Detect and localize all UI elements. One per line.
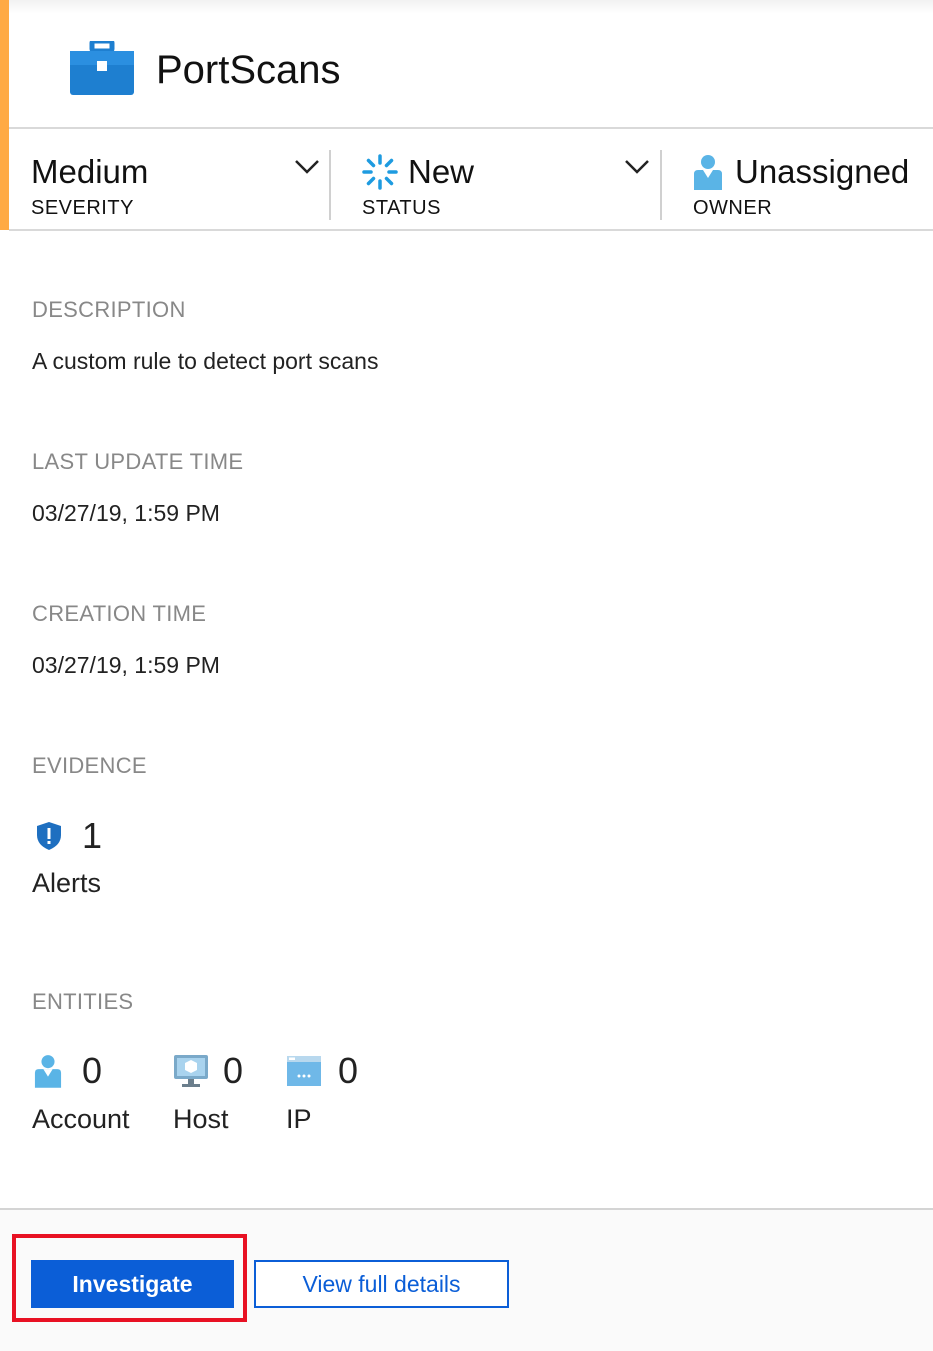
last-update-value: 03/27/19, 1:59 PM — [32, 500, 220, 526]
owner-label: OWNER — [693, 197, 773, 219]
account-entity[interactable]: 0 — [34, 1050, 102, 1092]
severity-value: Medium — [31, 153, 149, 190]
status-dropdown[interactable]: New STATUS — [340, 145, 660, 225]
ip-window-icon — [287, 1056, 321, 1086]
entities-label: ENTITIES — [32, 989, 134, 1014]
severity-accent-bar — [0, 0, 9, 230]
status-label: STATUS — [362, 197, 441, 219]
alerts-evidence[interactable]: 1 — [36, 815, 102, 857]
owner-dropdown[interactable]: Unassigned OWNER — [671, 145, 933, 225]
ip-label: IP — [286, 1104, 312, 1134]
account-label: Account — [32, 1104, 130, 1134]
chevron-down-icon[interactable] — [624, 159, 650, 175]
creation-time-value: 03/27/19, 1:59 PM — [32, 652, 220, 678]
account-count: 0 — [82, 1050, 103, 1091]
briefcase-icon — [70, 38, 134, 100]
status-row: Medium SEVERITY New STATUS Unassigned OW… — [9, 145, 933, 225]
severity-label: SEVERITY — [31, 197, 134, 219]
status-value: New — [408, 153, 475, 190]
alerts-count: 1 — [82, 815, 103, 856]
host-count: 0 — [223, 1050, 244, 1091]
monitor-icon — [174, 1055, 208, 1087]
status-divider — [9, 229, 933, 231]
owner-value: Unassigned — [735, 153, 910, 190]
alerts-label: Alerts — [32, 868, 102, 898]
host-entity[interactable]: 0 — [173, 1050, 243, 1092]
user-icon — [694, 155, 722, 190]
view-full-details-button[interactable]: View full details — [254, 1260, 509, 1308]
header-divider — [9, 127, 933, 129]
investigate-button[interactable]: Investigate — [31, 1260, 234, 1308]
ip-entity[interactable]: 0 — [286, 1050, 358, 1092]
host-label: Host — [173, 1104, 229, 1134]
divider — [329, 150, 331, 220]
last-update-label: LAST UPDATE TIME — [32, 449, 244, 474]
shield-alert-icon — [37, 822, 61, 850]
description-label: DESCRIPTION — [32, 297, 186, 322]
creation-time-label: CREATION TIME — [32, 601, 207, 626]
chevron-down-icon[interactable] — [294, 159, 320, 175]
divider — [660, 150, 662, 220]
user-icon — [34, 1055, 62, 1088]
spinner-new-icon — [362, 154, 398, 190]
incident-header: PortScans — [70, 38, 341, 100]
top-shade — [0, 0, 933, 14]
severity-dropdown[interactable]: Medium SEVERITY — [9, 145, 329, 225]
evidence-label: EVIDENCE — [32, 753, 147, 778]
description-value: A custom rule to detect port scans — [32, 348, 379, 374]
incident-title: PortScans — [156, 47, 341, 92]
ip-count: 0 — [338, 1050, 359, 1091]
